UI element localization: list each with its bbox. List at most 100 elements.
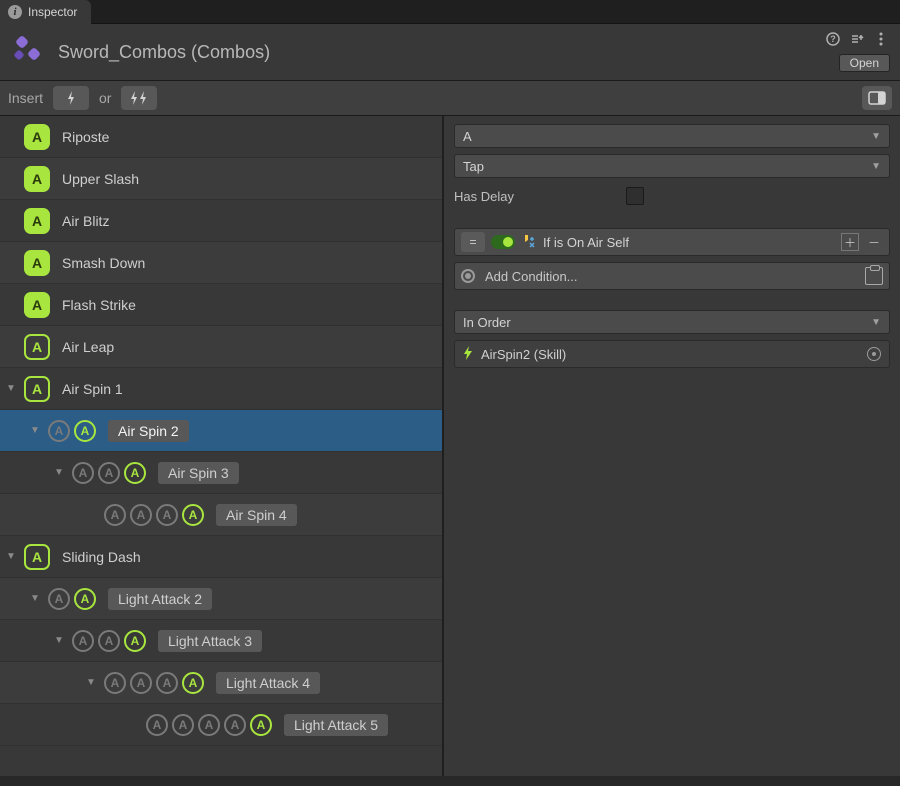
- condition-row[interactable]: = If is On Air Self ＋ －: [454, 228, 890, 256]
- cap-badge: A: [130, 672, 152, 694]
- order-dropdown-value: In Order: [463, 315, 511, 330]
- cap-badge: A: [98, 462, 120, 484]
- tree-row[interactable]: ▼AAir Spin 1: [0, 368, 442, 410]
- cap-badge: A: [48, 588, 70, 610]
- cap-badge: A: [74, 588, 96, 610]
- skill-reference-row[interactable]: AirSpin2 (Skill): [454, 340, 890, 368]
- tree-row-label: Air Spin 3: [158, 462, 239, 484]
- help-icon[interactable]: ?: [824, 30, 842, 48]
- button-dropdown-value: A: [463, 129, 472, 144]
- inspector-tab-label: Inspector: [28, 5, 77, 19]
- cap-badge: A: [24, 544, 50, 570]
- clipboard-icon[interactable]: [865, 267, 883, 285]
- expand-toggle-icon[interactable]: ▼: [30, 593, 42, 604]
- cap-stack: A: [24, 124, 50, 150]
- condition-add-button[interactable]: ＋: [841, 233, 859, 251]
- object-picker-icon[interactable]: [867, 347, 881, 361]
- cap-stack: AAAA: [104, 504, 204, 526]
- tree-row[interactable]: ▼AAir Blitz: [0, 200, 442, 242]
- cap-badge: A: [182, 672, 204, 694]
- tree-row[interactable]: ▼AAAALight Attack 4: [0, 662, 442, 704]
- cap-badge: A: [98, 630, 120, 652]
- tree-row[interactable]: ▼AAAAAir Spin 4: [0, 494, 442, 536]
- open-button[interactable]: Open: [839, 54, 890, 72]
- has-delay-label: Has Delay: [454, 189, 614, 204]
- expand-toggle-icon[interactable]: ▼: [86, 677, 98, 688]
- toggle-on-icon: [491, 235, 515, 249]
- order-dropdown[interactable]: In Order ▼: [454, 310, 890, 334]
- details-panel: A ▼ Tap ▼ Has Delay = If is On Air Self: [444, 116, 900, 776]
- tree-row[interactable]: ▼AAir Leap: [0, 326, 442, 368]
- condition-type-icon: [521, 233, 537, 252]
- tree-row[interactable]: ▼ AA Light Attack 2: [0, 578, 442, 620]
- cap-badge: A: [24, 292, 50, 318]
- presets-icon[interactable]: [848, 30, 866, 48]
- condition-text: If is On Air Self: [543, 235, 835, 250]
- tab-bar: i Inspector: [0, 0, 900, 24]
- cap-badge: A: [24, 166, 50, 192]
- cap-badge: A: [172, 714, 194, 736]
- button-dropdown[interactable]: A ▼: [454, 124, 890, 148]
- condition-remove-button[interactable]: －: [865, 233, 883, 251]
- tree-row-label: Sliding Dash: [62, 549, 141, 565]
- tree-row[interactable]: ▼ A Sliding Dash: [0, 536, 442, 578]
- cap-badge: A: [156, 504, 178, 526]
- tree-row[interactable]: ▼AFlash Strike: [0, 284, 442, 326]
- cap-badge: A: [72, 630, 94, 652]
- cap-badge: A: [124, 462, 146, 484]
- cap-stack: AAAA: [104, 672, 204, 694]
- cap-stack: A: [24, 544, 50, 570]
- condition-drag-handle[interactable]: =: [461, 232, 485, 252]
- tree-row-label: Light Attack 5: [284, 714, 388, 736]
- tree-row[interactable]: ▼ASmash Down: [0, 242, 442, 284]
- tree-row-label: Light Attack 2: [108, 588, 212, 610]
- expand-toggle-icon[interactable]: ▼: [54, 635, 66, 646]
- main-split: ▼ARiposte▼AUpper Slash▼AAir Blitz▼ASmash…: [0, 116, 900, 776]
- svg-text:?: ?: [830, 34, 836, 44]
- cap-badge: A: [224, 714, 246, 736]
- insert-label: Insert: [8, 90, 43, 106]
- cap-stack: AA: [48, 588, 96, 610]
- has-delay-checkbox[interactable]: [626, 187, 644, 205]
- kebab-menu-icon[interactable]: [872, 30, 890, 48]
- tree-row[interactable]: ▼AAAAir Spin 3: [0, 452, 442, 494]
- tree-row-label: Flash Strike: [62, 297, 136, 313]
- cap-stack: A: [24, 334, 50, 360]
- expand-toggle-icon[interactable]: ▼: [54, 467, 66, 478]
- or-label: or: [99, 90, 111, 106]
- insert-secondary-button[interactable]: [121, 86, 157, 110]
- cap-badge: A: [146, 714, 168, 736]
- tree-row[interactable]: ▼ARiposte: [0, 116, 442, 158]
- tree-row[interactable]: ▼AAAAALight Attack 5: [0, 704, 442, 746]
- add-condition-label: Add Condition...: [485, 269, 855, 284]
- tree-row-label: Smash Down: [62, 255, 145, 271]
- asset-header: Sword_Combos (Combos) ? Open: [0, 24, 900, 80]
- cap-badge: A: [48, 420, 70, 442]
- caret-down-icon: ▼: [871, 161, 881, 172]
- expand-toggle-icon[interactable]: ▼: [6, 551, 18, 562]
- tree-row[interactable]: ▼ AAA Light Attack 3: [0, 620, 442, 662]
- tree-row-label: Light Attack 3: [158, 630, 262, 652]
- cap-stack: AAA: [72, 462, 146, 484]
- cap-badge: A: [250, 714, 272, 736]
- inspector-tab[interactable]: i Inspector: [0, 0, 91, 24]
- condition-enabled-toggle[interactable]: [491, 232, 515, 252]
- cap-stack: AAA: [72, 630, 146, 652]
- tree-row[interactable]: ▼AAAir Spin 2: [0, 410, 442, 452]
- cap-badge: A: [156, 672, 178, 694]
- asset-type-icon: [10, 34, 46, 70]
- expand-toggle-icon[interactable]: ▼: [30, 425, 42, 436]
- cap-badge: A: [24, 124, 50, 150]
- caret-down-icon: ▼: [871, 131, 881, 142]
- cap-stack: AA: [48, 420, 96, 442]
- tree-row[interactable]: ▼AUpper Slash: [0, 158, 442, 200]
- combo-tree[interactable]: ▼ARiposte▼AUpper Slash▼AAir Blitz▼ASmash…: [0, 116, 444, 776]
- insert-primary-button[interactable]: [53, 86, 89, 110]
- skill-reference-text: AirSpin2 (Skill): [481, 347, 859, 362]
- expand-toggle-icon[interactable]: ▼: [6, 383, 18, 394]
- tree-row-label: Air Leap: [62, 339, 114, 355]
- press-dropdown[interactable]: Tap ▼: [454, 154, 890, 178]
- cap-badge: A: [72, 462, 94, 484]
- add-condition-row[interactable]: Add Condition...: [454, 262, 890, 290]
- panel-toggle-button[interactable]: [862, 86, 892, 110]
